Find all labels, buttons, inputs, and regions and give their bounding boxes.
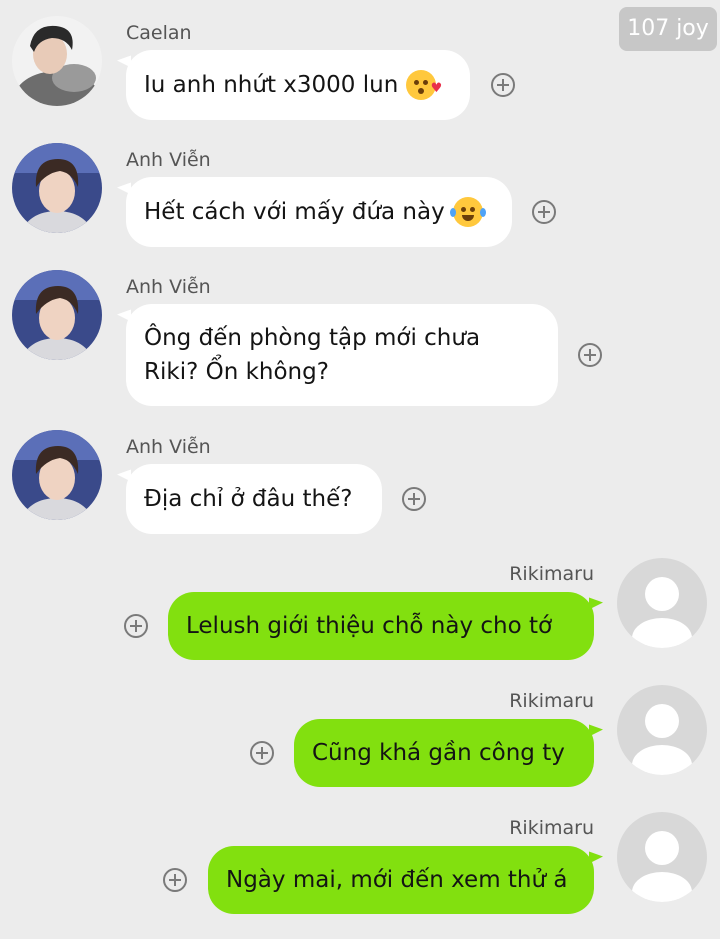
add-reaction-icon[interactable] xyxy=(402,487,426,511)
avatar-anh-vien[interactable] xyxy=(12,270,102,360)
add-reaction-icon[interactable] xyxy=(250,741,274,765)
message-bubble-outgoing[interactable]: Lelush giới thiệu chỗ này cho tớ xyxy=(168,592,594,660)
message-bubble-incoming[interactable]: Iu anh nhứt x3000 lun ♥ xyxy=(126,50,470,120)
message-text: Ông đến phòng tập mới chưa Riki? Ổn khôn… xyxy=(144,325,481,385)
add-reaction-icon[interactable] xyxy=(532,200,556,224)
message-bubble-incoming[interactable]: Hết cách với mấy đứa này xyxy=(126,177,512,247)
add-reaction-icon[interactable] xyxy=(124,614,148,638)
laughing-tears-emoji xyxy=(449,197,486,227)
sender-name: Caelan xyxy=(126,22,192,44)
message-text: Hết cách với mấy đứa này xyxy=(144,199,445,225)
add-reaction-icon[interactable] xyxy=(163,868,187,892)
message-text: Cũng khá gần công ty xyxy=(312,740,565,766)
message-bubble-incoming[interactable]: Ông đến phòng tập mới chưa Riki? Ổn khôn… xyxy=(126,304,558,406)
message-text: Lelush giới thiệu chỗ này cho tớ xyxy=(186,613,553,639)
sender-name: Anh Viễn xyxy=(126,149,211,171)
sender-name: Rikimaru xyxy=(509,817,594,839)
message-bubble-outgoing[interactable]: Ngày mai, mới đến xem thử á xyxy=(208,846,594,914)
sender-name: Anh Viễn xyxy=(126,276,211,298)
message-bubble-outgoing[interactable]: Cũng khá gần công ty xyxy=(294,719,594,787)
message-text: Iu anh nhứt x3000 lun xyxy=(144,72,399,98)
add-reaction-icon[interactable] xyxy=(491,73,515,97)
kissing-heart-emoji: ♥ xyxy=(406,70,442,100)
avatar-caelan[interactable] xyxy=(12,16,102,106)
watermark: 107 joy xyxy=(619,7,717,51)
avatar-anh-vien[interactable] xyxy=(12,430,102,520)
default-avatar-icon[interactable] xyxy=(617,558,707,648)
default-avatar-icon[interactable] xyxy=(617,685,707,775)
add-reaction-icon[interactable] xyxy=(578,343,602,367)
sender-name: Anh Viễn xyxy=(126,436,211,458)
avatar-anh-vien[interactable] xyxy=(12,143,102,233)
default-avatar-icon[interactable] xyxy=(617,812,707,902)
sender-name: Rikimaru xyxy=(509,690,594,712)
sender-name: Rikimaru xyxy=(509,563,594,585)
message-text: Ngày mai, mới đến xem thử á xyxy=(226,867,568,893)
message-bubble-incoming[interactable]: Địa chỉ ở đâu thế? xyxy=(126,464,382,534)
message-text: Địa chỉ ở đâu thế? xyxy=(144,486,353,512)
